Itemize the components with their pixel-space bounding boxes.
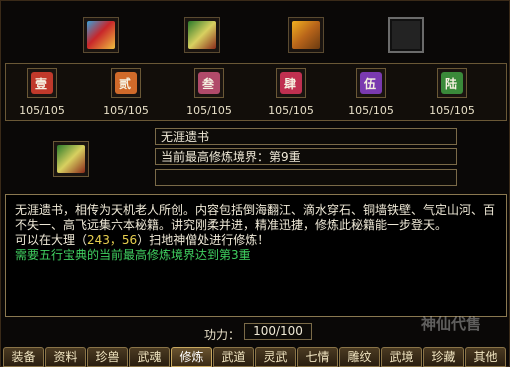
tab-wuhun[interactable]: 武魂 [129,347,170,367]
watermark-text: 神仙代售 [421,315,482,333]
location-coord[interactable]: 243，56 [87,233,137,247]
book-extra-field [155,169,457,186]
scroll-slot-1[interactable]: 壹 [27,68,57,98]
tab-qiqing[interactable]: 七情 [297,347,338,367]
power-label: 功力： [204,328,241,342]
tab-wujing[interactable]: 武境 [381,347,422,367]
scroll-count: 105/105 [103,104,149,117]
scroll-slot-5[interactable]: 伍 [356,68,386,98]
tab-equipment[interactable]: 装备 [3,347,44,367]
scroll-icon: 伍 [360,72,382,94]
tab-lingwu[interactable]: 灵武 [255,347,296,367]
scroll-row: 壹 105/105 贰 105/105 叁 105/105 肆 105/105 … [5,63,507,121]
scroll-slot-3[interactable]: 叁 [194,68,224,98]
scroll-count: 105/105 [429,104,475,117]
book-green-icon [188,21,216,49]
scroll-icon: 陆 [441,72,463,94]
scroll-slot-4[interactable]: 肆 [276,68,306,98]
tab-other[interactable]: 其他 [465,347,506,367]
tab-diaowen[interactable]: 雕纹 [339,347,380,367]
description-text: 无涯遗书，相传为天机老人所创。内容包括倒海翻江、滴水穿石、铜墙铁壁、气定山河、百… [15,203,496,232]
bottom-tabs: 装备 资料 珍兽 武魂 修炼 武道 灵武 七情 雕纹 武境 珍藏 其他 [3,347,509,367]
book-name-field: 无涯遗书 [155,128,457,145]
scroll-count: 105/105 [19,104,65,117]
scroll-icon: 肆 [280,72,302,94]
top-book-slot-empty[interactable] [388,17,424,53]
scroll-slot-2[interactable]: 贰 [111,68,141,98]
scroll-count: 105/105 [268,104,314,117]
scroll-slot-6[interactable]: 陆 [437,68,467,98]
top-book-slot-2[interactable] [184,17,220,53]
top-book-slot-3[interactable] [288,17,324,53]
location-line: 可以在大理（243，56）扫地神僧处进行修炼！ [15,233,270,247]
book-red-icon [87,21,115,49]
scroll-icon: 叁 [198,72,220,94]
scroll-icon: 壹 [31,72,53,94]
scroll-count: 105/105 [348,104,394,117]
book-gold-icon [292,21,320,49]
tab-cultivation[interactable]: 修炼 [171,347,212,367]
tab-wudao[interactable]: 武道 [213,347,254,367]
tab-collection[interactable]: 珍藏 [423,347,464,367]
top-book-slot-1[interactable] [83,17,119,53]
scroll-icon: 贰 [115,72,137,94]
cultivation-panel: 壹 105/105 贰 105/105 叁 105/105 肆 105/105 … [0,0,510,367]
requirement-text: 需要五行宝典的当前最高修炼境界达到第3重 [15,248,251,262]
description-box: 无涯遗书，相传为天机老人所创。内容包括倒海翻江、滴水穿石、铜墙铁壁、气定山河、百… [5,194,507,317]
book-green-icon [57,145,85,173]
scroll-count: 105/105 [186,104,232,117]
power-value: 100/100 [244,323,312,340]
book-level-field: 当前最高修炼境界：第9重 [155,148,457,165]
tab-pets[interactable]: 珍兽 [87,347,128,367]
tab-profile[interactable]: 资料 [45,347,86,367]
selected-book-slot[interactable] [53,141,89,177]
